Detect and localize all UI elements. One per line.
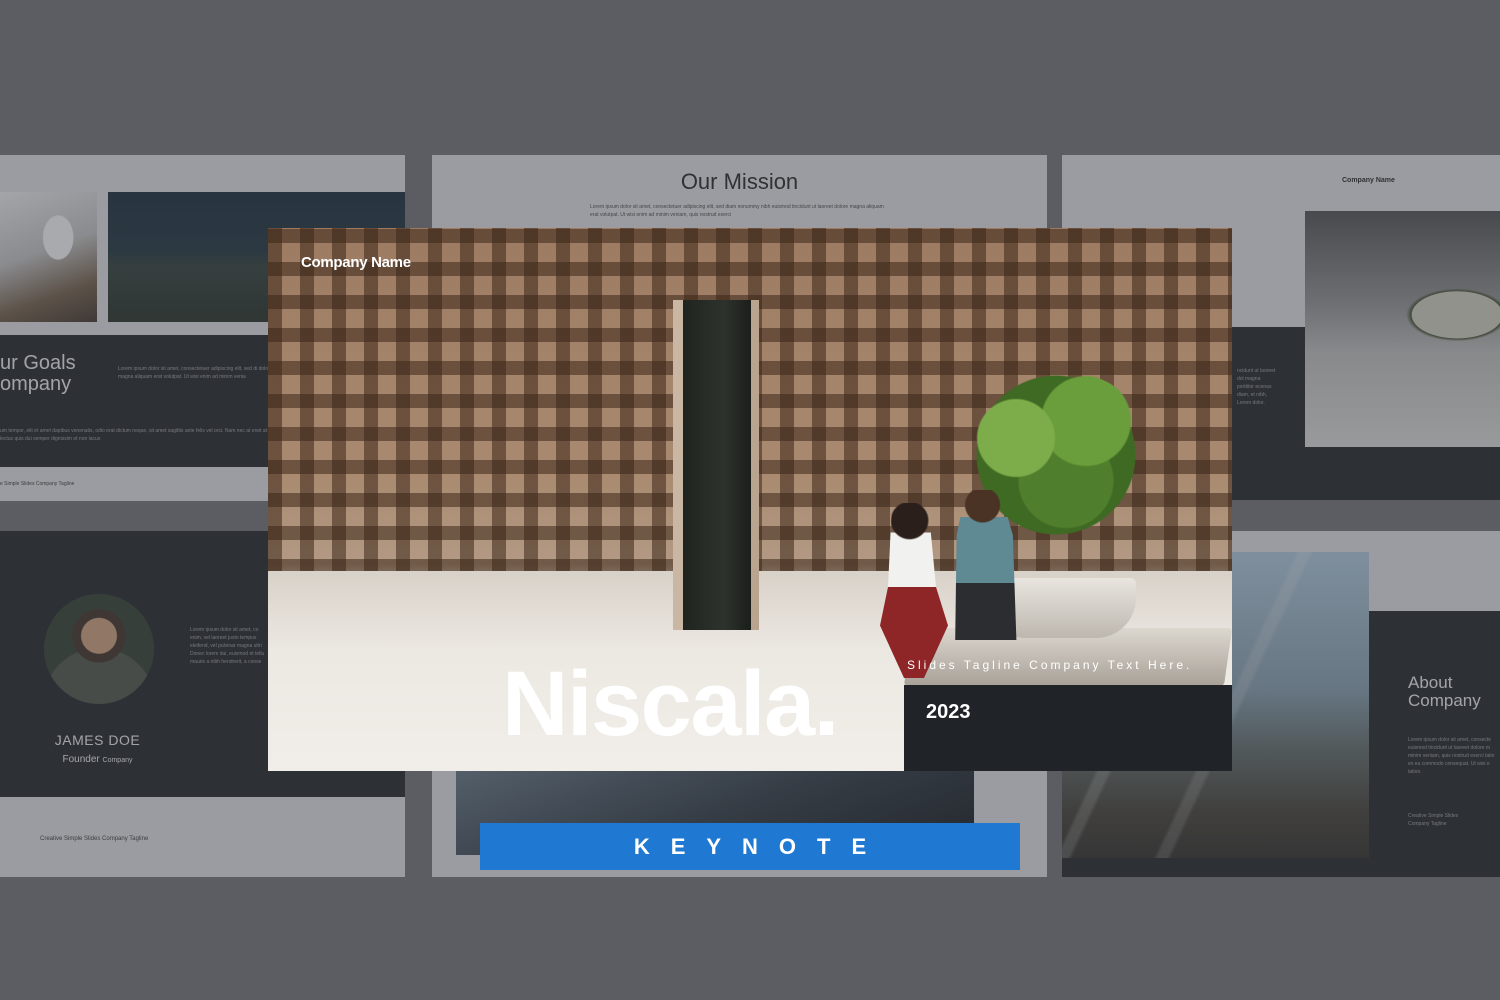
about-title: About Company [1408, 673, 1481, 710]
goals-body-bottom: um tempor, elit et amet dapibus venenati… [0, 428, 268, 442]
avatar [44, 594, 154, 704]
right-body: ncidunt ut laoreet dol magna porttitor e… [1237, 368, 1276, 406]
hero-doorway [673, 300, 759, 630]
keynote-badge: KEYNOTE [480, 823, 1020, 870]
about-body: Lorem ipsum dolor sit amet, consecte eui… [1408, 737, 1495, 775]
member-role: Founder Company [62, 754, 133, 765]
hero-company-name: Company Name [301, 254, 411, 271]
member-name: JAMES DOE [54, 732, 141, 748]
member-bio: Lorem ipsum dolor sit amet, co enim, vel… [190, 627, 265, 665]
keynote-label: KEYNOTE [633, 833, 888, 859]
hero-year-box: 2023 [904, 685, 1232, 771]
goals-body-right: Lorem ipsum dolor sit amet, consectetuer… [118, 366, 273, 380]
hero-title: Niscala. [502, 653, 839, 755]
goals-title: ur Goals ompany [0, 352, 76, 395]
mission-title: Our Mission [680, 169, 799, 194]
team-footer: Creative Simple Slides Company Tagline [40, 836, 149, 842]
tunnel-photo [1305, 211, 1500, 447]
arch-photo [0, 192, 97, 322]
mission-body: Lorem ipsum dolor sit amet, consectetuer… [590, 204, 884, 218]
goals-footer: e Simple Slides Company Tagline [0, 481, 75, 487]
right-company: Company Name [1342, 177, 1395, 184]
hero-slide: Company Name Niscala. Slides Tagline Com… [268, 228, 1232, 771]
about-footer: Creative Simple Slides Company Tagline [1408, 813, 1459, 827]
hero-tagline: Slides Tagline Company Text Here. [907, 658, 1193, 672]
hero-year: 2023 [926, 701, 971, 723]
slide-thumb-team-footer: Creative Simple Slides Company Tagline [0, 797, 405, 877]
